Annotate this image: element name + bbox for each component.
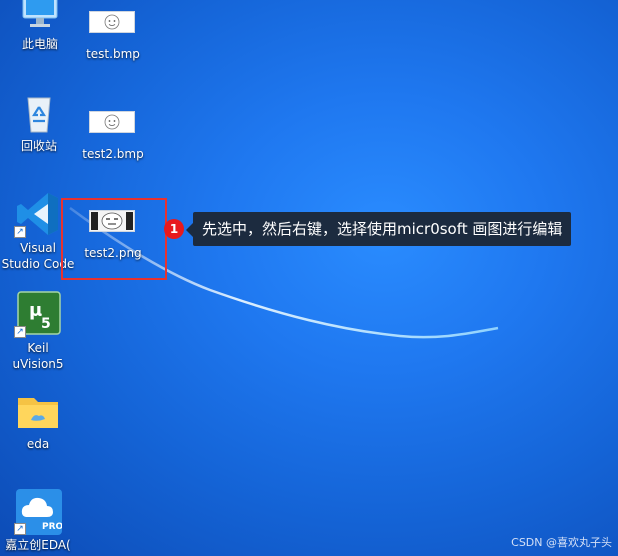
jlc-eda-icon: PRO ↗ <box>14 487 64 535</box>
desktop-icon-jlc-eda[interactable]: PRO ↗ 嘉立创EDA( <box>0 487 78 553</box>
jlc-eda-label: 嘉立创EDA( <box>5 538 71 552</box>
svg-text:PRO: PRO <box>42 522 62 532</box>
desktop-icon-test2-bmp[interactable]: test2.bmp <box>73 100 153 162</box>
monitor-icon <box>16 0 64 34</box>
bmp-file-icon <box>89 0 137 44</box>
desktop-icon-test-bmp[interactable]: test.bmp <box>73 0 153 62</box>
selection-highlight-box <box>61 198 167 280</box>
desktop-icon-recycle-bin[interactable]: 回收站 <box>0 92 79 154</box>
annotation-tooltip: 先选中，然后右键，选择使用micr0soft 画图进行编辑 <box>193 212 572 246</box>
keil-label: Keil uVision5 <box>12 341 64 371</box>
keil-icon: μ 5 ↗ <box>14 290 62 338</box>
test2-bmp-label: test2.bmp <box>82 147 144 161</box>
eda-label: eda <box>26 437 50 451</box>
folder-icon <box>14 390 62 434</box>
csdn-watermark: CSDN @喜欢丸子头 <box>511 536 612 549</box>
step-badge: 1 <box>164 219 184 239</box>
shortcut-arrow-icon: ↗ <box>14 326 26 338</box>
tooltip-arrow <box>186 223 193 237</box>
desktop-icon-eda[interactable]: eda <box>0 390 78 452</box>
shortcut-arrow-icon: ↗ <box>14 523 26 535</box>
vscode-icon: ↗ <box>14 190 62 238</box>
desktop-icon-this-pc[interactable]: 此电脑 <box>0 0 80 52</box>
this-pc-label: 此电脑 <box>21 37 58 51</box>
shortcut-arrow-icon: ↗ <box>14 226 26 238</box>
recycle-bin-label: 回收站 <box>20 139 57 153</box>
svg-text:5: 5 <box>41 316 51 332</box>
test-bmp-label: test.bmp <box>86 47 140 61</box>
desktop-icon-keil[interactable]: μ 5 ↗ Keil uVision5 <box>0 290 78 372</box>
bmp-file-icon <box>89 100 137 144</box>
recycle-bin-icon <box>15 92 63 136</box>
